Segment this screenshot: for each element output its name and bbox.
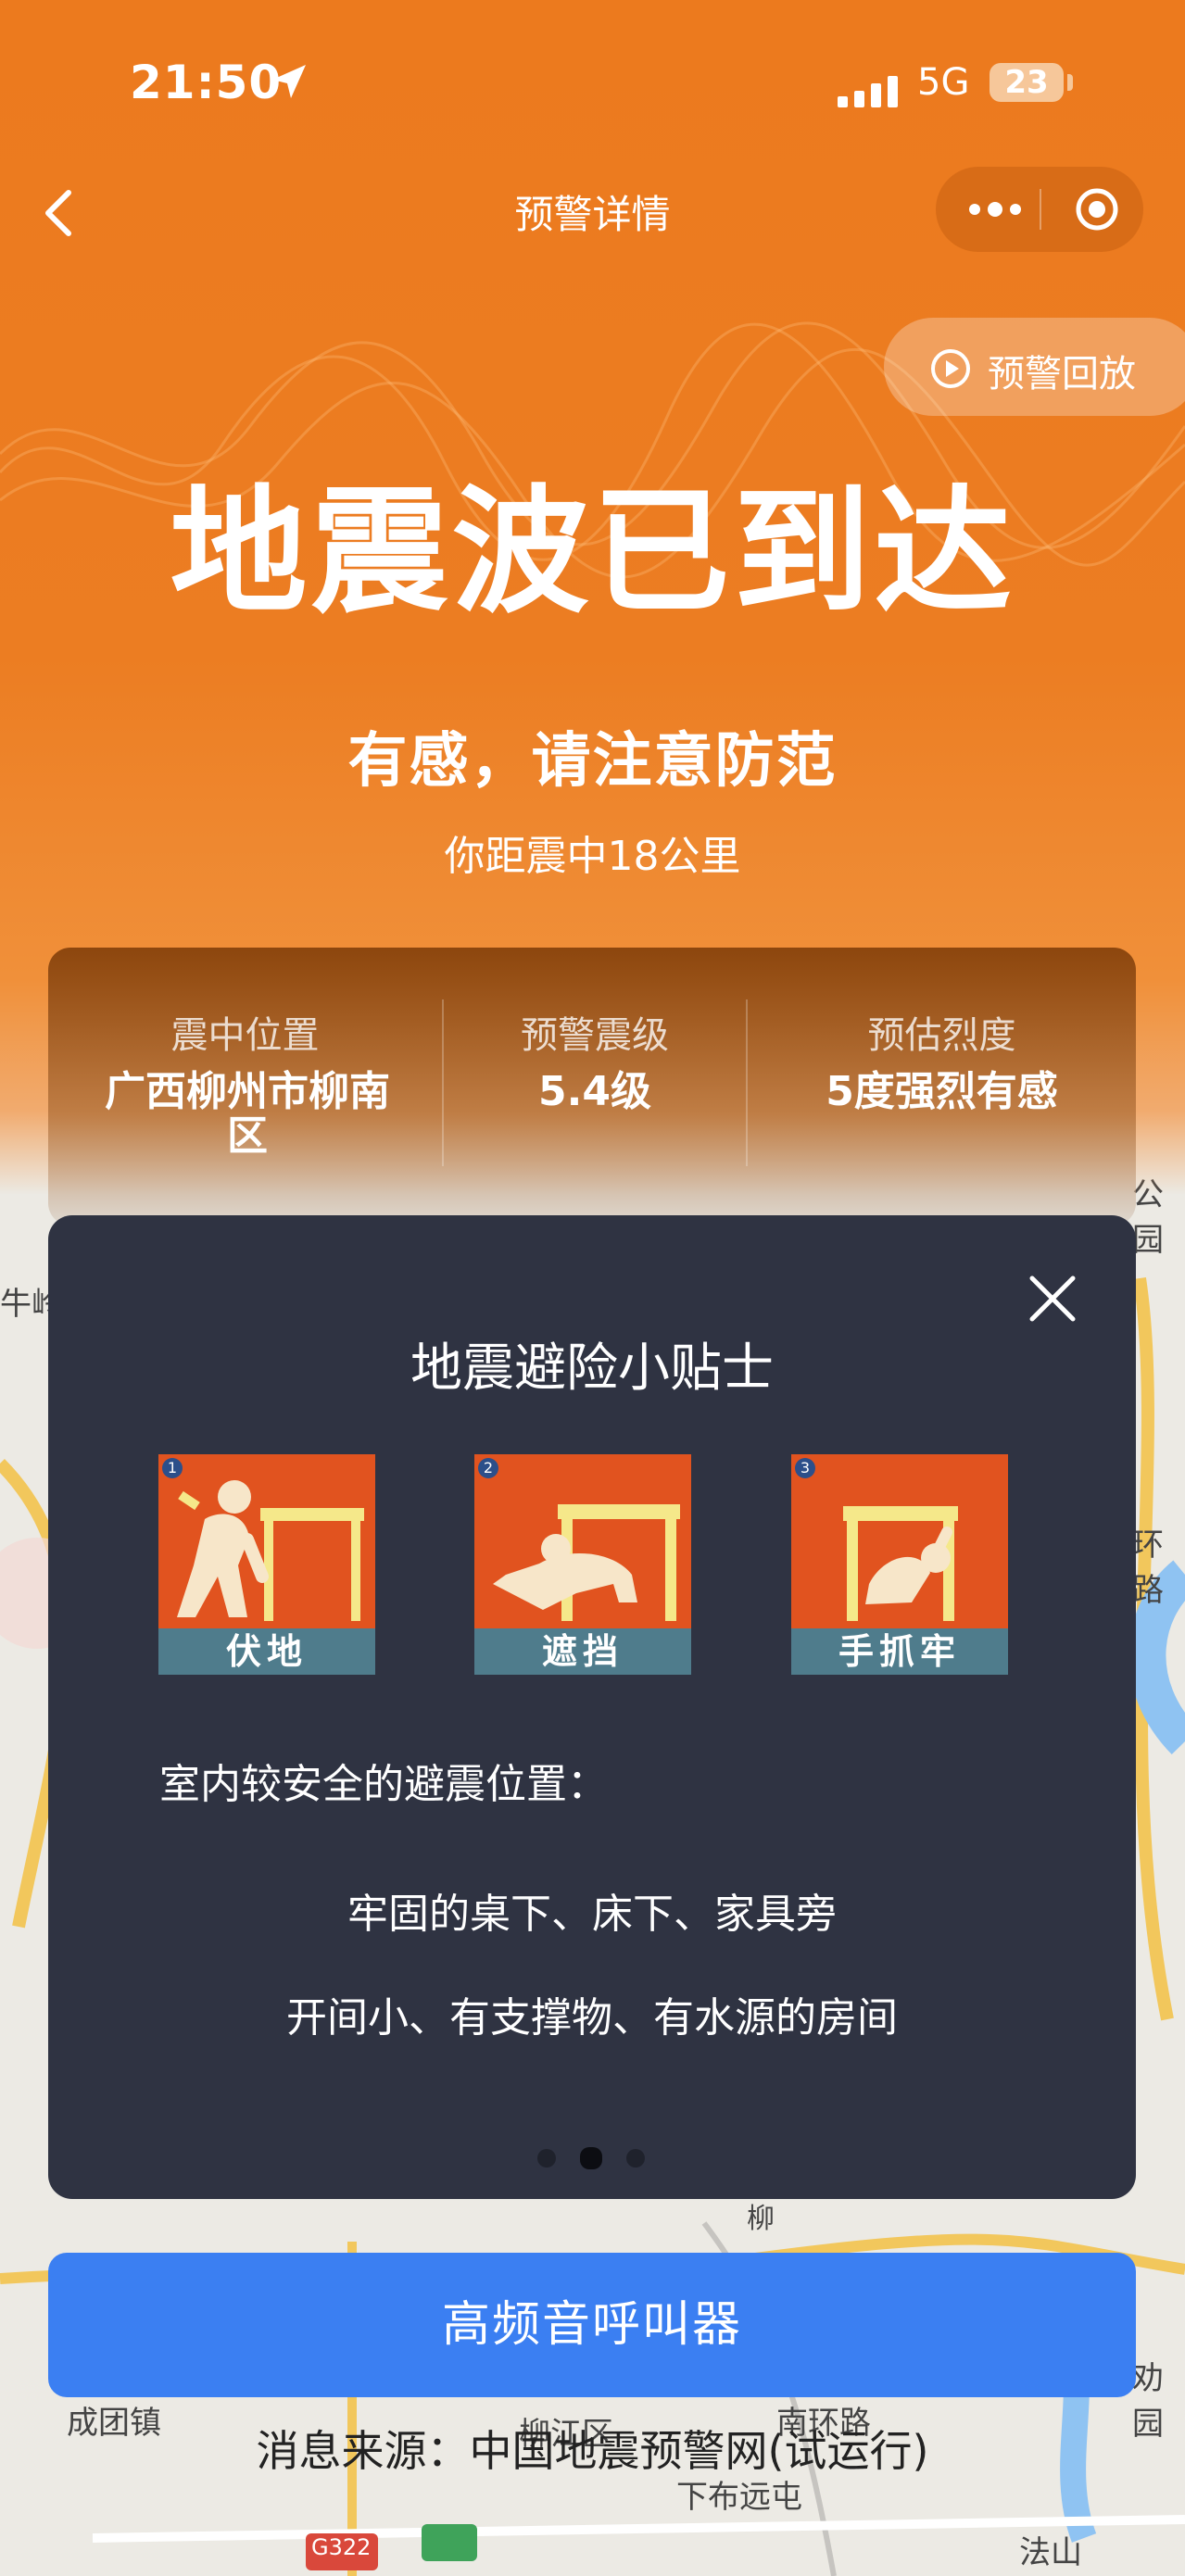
- tip-caption: 遮挡: [474, 1628, 691, 1675]
- map-label-ring-road: 环路: [1132, 1527, 1164, 1609]
- signal-strength-icon: [838, 76, 898, 107]
- magnitude-value: 5.4级: [538, 1068, 651, 1115]
- more-dots-icon[interactable]: [967, 193, 1023, 226]
- tip-card-drop: 1 伏地: [158, 1454, 375, 1675]
- replay-button[interactable]: 预警回放: [884, 318, 1185, 416]
- magnitude-column: 预警震级 5.4级: [444, 948, 746, 1170]
- alert-subline: 有感，请注意防范: [347, 727, 838, 796]
- close-icon[interactable]: [1025, 1271, 1080, 1326]
- step-number: 3: [795, 1458, 815, 1478]
- epicenter-label: 震中位置: [170, 1014, 320, 1057]
- close-miniprogram-icon[interactable]: [1075, 187, 1119, 232]
- tip-caption: 手抓牢: [791, 1628, 1008, 1675]
- miniprogram-capsule: [936, 167, 1143, 252]
- location-arrow-icon: [272, 65, 306, 98]
- map-label-g322: G322: [311, 2534, 372, 2560]
- magnitude-label: 预警震级: [521, 1014, 669, 1057]
- map-label-liu: 柳: [747, 2203, 775, 2235]
- tip-card-hold: 3 手抓牢: [791, 1454, 1008, 1675]
- battery-icon: 23: [990, 63, 1064, 102]
- intensity-label: 预估烈度: [867, 1014, 1016, 1057]
- tips-line-1: 牢固的桌下、床下、家具旁: [347, 1891, 837, 1938]
- tip-card-cover: 2 遮挡: [474, 1454, 691, 1675]
- high-frequency-caller-button[interactable]: 高频音呼叫器: [48, 2253, 1136, 2397]
- page-dot[interactable]: [537, 2149, 556, 2168]
- epicenter-distance: 你距震中18公里: [444, 833, 741, 880]
- network-type: 5G: [917, 61, 970, 104]
- step-number: 2: [478, 1458, 498, 1478]
- intensity-column: 预估烈度 5度强烈有感: [748, 948, 1136, 1170]
- page-dot[interactable]: [626, 2149, 645, 2168]
- quake-info-card: 震中位置 广西柳州市柳南区 预警震级 5.4级 预估烈度 5度强烈有感: [48, 948, 1136, 1225]
- battery-tip: [1067, 74, 1073, 91]
- status-time: 21:50: [130, 56, 283, 109]
- epicenter-value: 广西柳州市柳南区: [105, 1068, 390, 1160]
- tip-caption: 伏地: [158, 1628, 375, 1675]
- epicenter-column: 震中位置 广西柳州市柳南区: [48, 948, 442, 1170]
- step-number: 1: [162, 1458, 183, 1478]
- hold-illustration: [791, 1454, 1008, 1628]
- drop-illustration: [158, 1454, 375, 1628]
- message-source: 消息来源：中国地震预警网(试运行): [256, 2426, 929, 2476]
- alert-headline: 地震波已到达: [170, 472, 1015, 632]
- cover-illustration: [474, 1454, 691, 1628]
- tips-line-2: 开间小、有支撑物、有水源的房间: [286, 1994, 898, 2042]
- replay-label: 预警回放: [988, 353, 1136, 396]
- intensity-value: 5度强烈有感: [826, 1068, 1058, 1115]
- map-label-fashan: 法山: [1019, 2534, 1082, 2571]
- tips-subtitle: 室内较安全的避震位置：: [159, 1761, 608, 1808]
- play-circle-icon: [931, 349, 970, 388]
- page-dot-active[interactable]: [580, 2147, 602, 2169]
- status-bar: 21:50 5G 23: [0, 56, 1185, 120]
- capsule-divider: [1040, 189, 1041, 230]
- tips-title: 地震避险小贴士: [410, 1338, 774, 1399]
- safety-tips-modal: 地震避险小贴士 1 伏地 2 遮挡 3 手抓牢 室内较安全的避震位置： 牢固的桌…: [48, 1215, 1136, 2199]
